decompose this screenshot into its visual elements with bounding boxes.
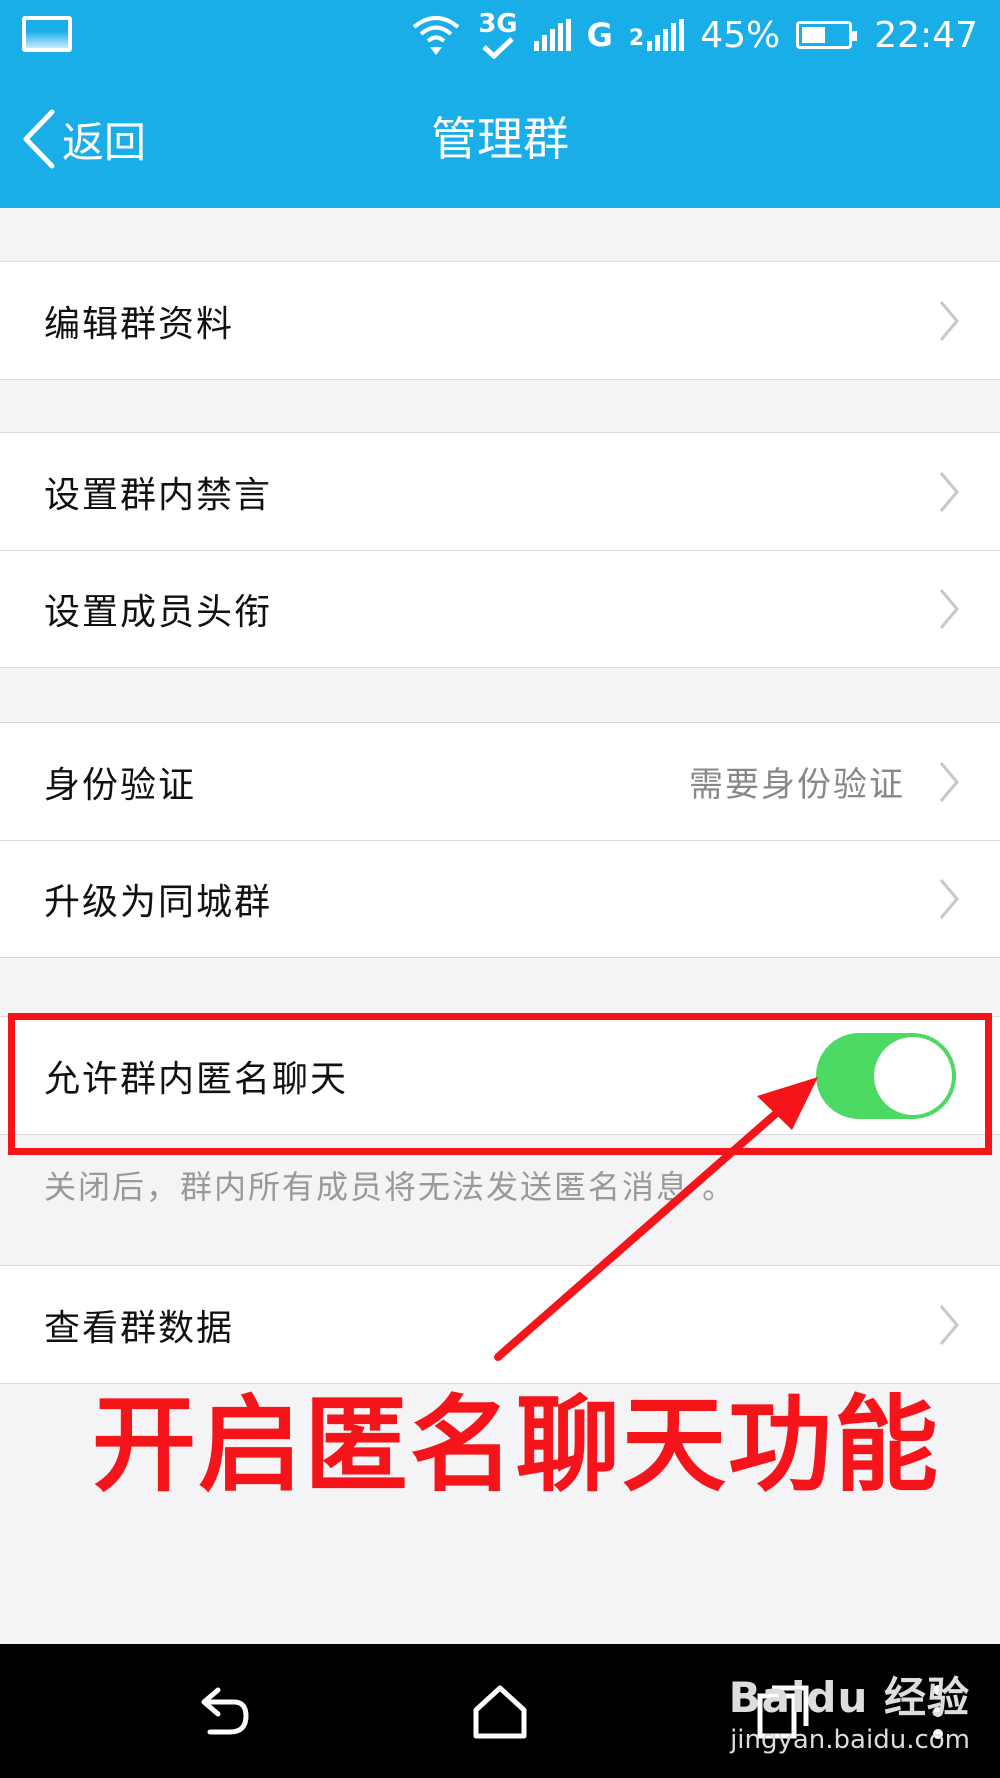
wifi-icon [412,16,460,55]
row-title: 允许群内匿名聊天 [44,1058,349,1100]
row-title: 升级为同城群 [44,882,273,923]
chevron-right-icon [938,877,960,921]
annotation-text: 开启匿名聊天功能 [92,1383,941,1506]
chevron-right-icon [938,760,960,804]
back-arrow-icon [201,1687,249,1735]
watermark-logo: Baidu 经验 [728,1673,970,1722]
home-nav-button[interactable] [468,1680,532,1744]
signal-icon: 2 [629,19,685,51]
page-title: 管理群 [431,112,569,166]
watermark-url: jingyan.baidu.com [730,1725,970,1755]
member-title-row[interactable]: 设置成员头衔 [0,550,1000,667]
anonymous-chat-toggle[interactable] [816,1032,956,1119]
navigation-bar: 返回 管理群 [0,70,1000,208]
signal-icon [533,19,571,51]
chevron-right-icon [938,470,960,514]
verification-row[interactable]: 身份验证 需要身份验证 [0,723,1000,840]
chevron-right-icon [938,299,960,343]
home-icon [473,1685,527,1739]
chevron-right-icon [938,587,960,631]
image-icon [22,16,72,52]
settings-group: 允许群内匿名聊天 [0,1016,1000,1135]
settings-group: 编辑群资料 [0,261,1000,380]
row-title: 编辑群资料 [44,303,235,345]
row-title: 查看群数据 [44,1307,235,1349]
settings-group: 身份验证 需要身份验证 升级为同城群 [0,722,1000,958]
status-bar: 3G G 2 45% 22:47 [0,0,1000,70]
network-g-label: G [586,16,613,54]
upgrade-local-group-row[interactable]: 升级为同城群 [0,840,1000,957]
battery-icon [796,21,858,49]
edit-group-info-row[interactable]: 编辑群资料 [0,262,1000,379]
group-mute-row[interactable]: 设置群内禁言 [0,433,1000,550]
row-title: 身份验证 [44,764,197,806]
battery-percent: 45% [700,14,781,56]
anonymous-chat-row: 允许群内匿名聊天 [0,1017,1000,1134]
anonymous-chat-hint: 关闭后，群内所有成员将无法发送匿名消息 。 [44,1168,737,1206]
back-nav-button[interactable] [190,1680,254,1744]
row-title: 设置成员头衔 [44,592,273,633]
row-value: 需要身份验证 [689,765,905,805]
settings-group: 设置群内禁言 设置成员头衔 [0,432,1000,668]
baidu-jingyan-watermark: Baidu 经验 jingyan.baidu.com [729,1664,970,1755]
row-title: 设置群内禁言 [44,474,273,516]
toggle-knob [874,1036,952,1115]
clock: 22:47 [874,14,978,56]
3g-check-icon: 3G [478,11,518,59]
status-icons: 3G G 2 45% 22:47 [410,0,978,70]
chevron-right-icon [938,1303,960,1347]
